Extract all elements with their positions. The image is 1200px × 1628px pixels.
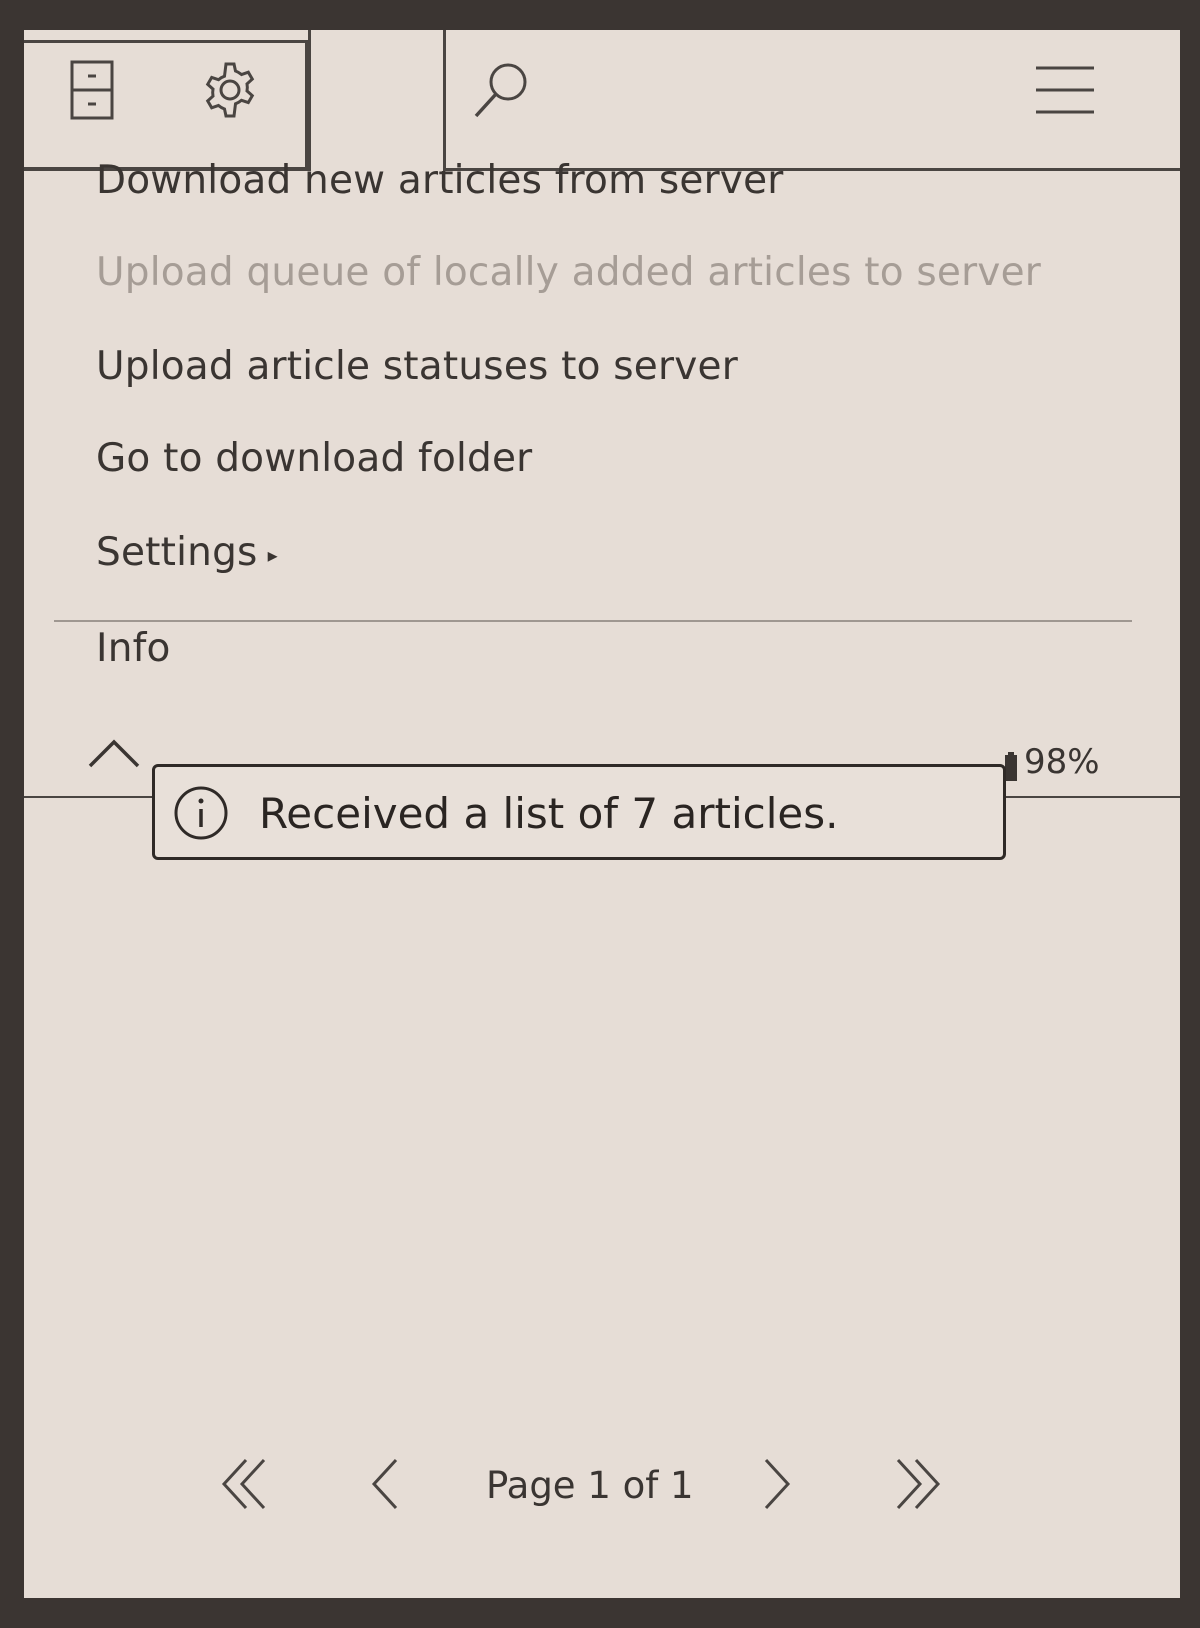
tab-bar — [24, 30, 1180, 172]
menu-item-info[interactable]: Info — [96, 626, 171, 671]
notification-message: Received a list of 7 articles. — [259, 789, 839, 838]
file-cabinet-icon — [70, 60, 114, 120]
previous-page-button[interactable] — [370, 1456, 400, 1516]
first-page-button[interactable] — [220, 1456, 270, 1516]
tab-settings[interactable] — [200, 60, 260, 120]
info-icon — [173, 785, 229, 845]
search-icon — [474, 63, 527, 118]
chevron-left-icon — [371, 1458, 398, 1510]
chevron-up-icon — [88, 739, 140, 768]
battery-icon — [1004, 752, 1018, 786]
menu-divider — [54, 620, 1132, 622]
battery-level: 98% — [1024, 742, 1100, 782]
submenu-arrow-icon: ▸ — [267, 542, 278, 567]
double-chevron-left-icon — [221, 1458, 266, 1510]
tab-files[interactable] — [70, 60, 114, 120]
chevron-right-icon — [764, 1458, 791, 1510]
menu-item-upload-queue: Upload queue of locally added articles t… — [96, 250, 1042, 295]
notification-toast[interactable]: Received a list of 7 articles. — [152, 764, 1006, 860]
e-reader-screen: Download new articles from server Upload… — [24, 30, 1180, 1598]
page-indicator: Page 1 of 1 — [486, 1464, 694, 1507]
hamburger-menu-icon — [1036, 66, 1094, 114]
double-chevron-right-icon — [896, 1458, 941, 1510]
tab-menu[interactable] — [1034, 64, 1096, 116]
last-page-button[interactable] — [892, 1456, 942, 1516]
menu-item-settings[interactable]: Settings ▸ — [96, 530, 278, 575]
tab-search[interactable] — [472, 60, 532, 120]
gear-icon — [205, 62, 255, 118]
menu-item-go-to-download-folder[interactable]: Go to download folder — [96, 436, 532, 481]
collapse-up-icon[interactable] — [88, 738, 140, 772]
tab-group-left — [24, 40, 308, 170]
menu-item-upload-statuses[interactable]: Upload article statuses to server — [96, 344, 738, 389]
next-page-button[interactable] — [762, 1456, 792, 1516]
tab-tools-active-frame — [308, 30, 446, 171]
